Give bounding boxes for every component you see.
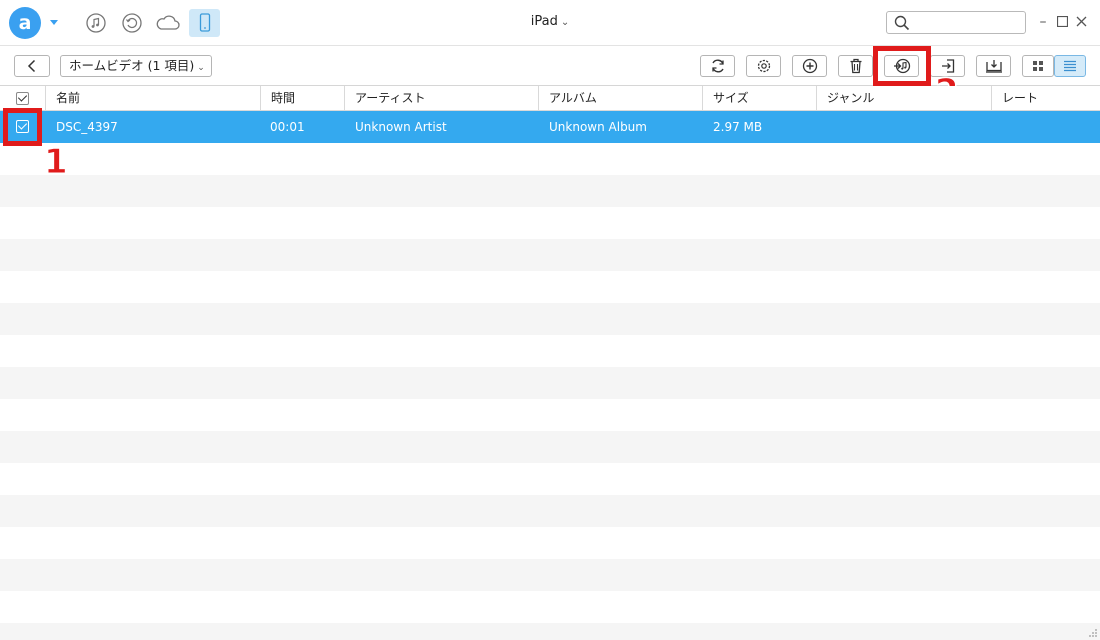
trash-icon (850, 58, 861, 74)
column-header-time[interactable]: 時間 (260, 86, 344, 111)
cell-size: 2.97 MB (713, 120, 763, 134)
empty-row (0, 623, 1100, 640)
empty-row (0, 335, 1100, 367)
refresh-icon (711, 59, 724, 73)
empty-row (0, 175, 1100, 207)
send-to-device-button[interactable] (976, 55, 1011, 77)
plus-circle-icon (802, 58, 817, 74)
column-header-genre[interactable]: ジャンル (816, 86, 991, 111)
empty-row (0, 207, 1100, 239)
maximize-icon[interactable] (1053, 12, 1071, 32)
column-header-rate[interactable]: レート (991, 86, 1100, 111)
folder-dropdown[interactable]: ホームビデオ (1 項目) ⌄ (60, 55, 212, 77)
back-button[interactable] (14, 55, 50, 77)
table-header: 名前 時間 アーティスト アルバム サイズ ジャンル レート (0, 86, 1100, 111)
close-icon[interactable] (1072, 12, 1090, 32)
device-selector[interactable]: iPad ⌄ (500, 14, 600, 29)
cloud-icon[interactable] (153, 9, 183, 37)
list-icon (1064, 60, 1076, 72)
minimize-icon[interactable]: – (1034, 12, 1052, 32)
column-header-album[interactable]: アルバム (538, 86, 702, 111)
history-icon[interactable] (117, 9, 147, 37)
table-row[interactable]: DSC_4397 00:01 Unknown Artist Unknown Al… (0, 111, 1100, 143)
column-header-name[interactable]: 名前 (45, 86, 260, 111)
cell-artist: Unknown Artist (355, 120, 447, 134)
empty-row (0, 271, 1100, 303)
grid-icon (1033, 61, 1043, 71)
resize-grip-icon[interactable] (1086, 626, 1098, 638)
table-body: DSC_4397 00:01 Unknown Artist Unknown Al… (0, 111, 1100, 640)
add-button[interactable] (792, 55, 827, 77)
chevron-down-icon: ⌄ (560, 17, 570, 28)
empty-row (0, 495, 1100, 527)
empty-row (0, 591, 1100, 623)
step1-highlight (3, 108, 42, 146)
cell-name: DSC_4397 (56, 120, 118, 134)
folder-label: ホームビデオ (1 項目) (69, 58, 195, 73)
empty-row (0, 559, 1100, 591)
search-icon (894, 15, 910, 31)
grid-view-button[interactable] (1022, 55, 1054, 77)
step2-highlight (873, 46, 931, 86)
empty-row (0, 239, 1100, 271)
app-logo-icon[interactable]: a (9, 7, 41, 39)
music-note-icon[interactable] (81, 9, 111, 37)
empty-row (0, 399, 1100, 431)
empty-row (0, 527, 1100, 559)
download-tray-icon (985, 60, 1002, 73)
title-bar: a iPad ⌄ – (0, 0, 1100, 46)
device-title-label: iPad (530, 14, 558, 29)
phone-icon[interactable] (189, 9, 220, 37)
chevron-down-icon: ⌄ (197, 63, 205, 73)
cell-time: 00:01 (270, 120, 305, 134)
cell-album: Unknown Album (549, 120, 647, 134)
refresh-button[interactable] (700, 55, 735, 77)
empty-row (0, 303, 1100, 335)
empty-row (0, 431, 1100, 463)
delete-button[interactable] (838, 55, 873, 77)
step1-label: 1 (44, 142, 69, 183)
column-header-size[interactable]: サイズ (702, 86, 816, 111)
gear-icon (757, 59, 770, 73)
list-view-button[interactable] (1054, 55, 1086, 77)
search-input[interactable] (886, 11, 1026, 34)
empty-row (0, 463, 1100, 495)
settings-button[interactable] (746, 55, 781, 77)
select-all-checkbox[interactable] (16, 92, 29, 105)
chevron-left-icon (27, 59, 36, 73)
column-header-artist[interactable]: アーティスト (344, 86, 538, 111)
empty-row (0, 367, 1100, 399)
app-menu-caret-icon[interactable] (50, 20, 58, 25)
empty-row (0, 143, 1100, 175)
